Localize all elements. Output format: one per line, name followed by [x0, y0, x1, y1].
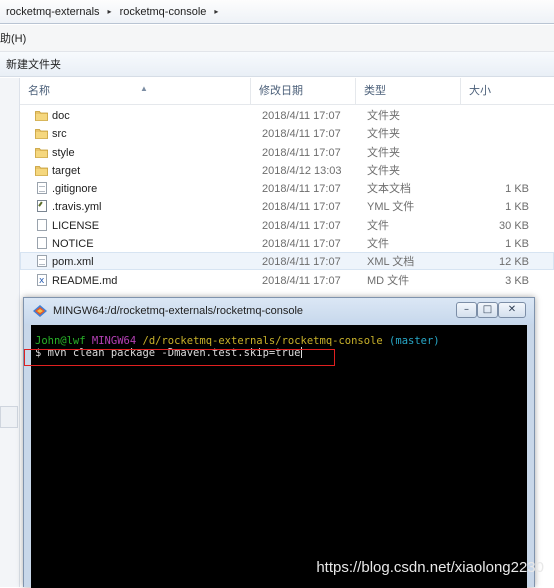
file-type: MD 文件 — [367, 274, 410, 287]
file-list-header: ▲ 名称 修改日期 类型 大小 — [20, 78, 554, 105]
maximize-button[interactable]: □ — [477, 302, 498, 318]
menu-bar: 助(H) — [0, 25, 554, 52]
file-modified-date: 2018/4/11 17:07 — [262, 238, 341, 251]
breadcrumb-item-rocketmq-externals[interactable]: rocketmq-externals — [6, 6, 100, 18]
file-type: 文件夹 — [367, 128, 400, 141]
file-icon — [37, 218, 47, 231]
file-row[interactable]: target 2018/4/12 13:03 文件夹 — [20, 161, 554, 179]
file-row[interactable]: LICENSE 2018/4/11 17:07 文件 30 KB — [20, 216, 554, 234]
column-header-name[interactable]: ▲ 名称 — [20, 78, 251, 104]
column-header-modified-label: 修改日期 — [259, 85, 303, 97]
file-modified-date: 2018/4/11 17:07 — [262, 274, 341, 287]
terminal-titlebar[interactable]: MINGW64:/d/rocketmq-externals/rocketmq-c… — [24, 298, 534, 324]
new-folder-button[interactable]: 新建文件夹 — [6, 56, 61, 72]
file-row[interactable]: doc 2018/4/11 17:07 文件夹 — [20, 106, 554, 124]
prompt-user: John@lwf — [35, 335, 86, 347]
toolbar: 新建文件夹 — [0, 52, 554, 77]
breadcrumb-separator-icon[interactable]: ▸ — [214, 7, 218, 16]
file-modified-date: 2018/4/11 17:07 — [262, 201, 341, 214]
file-row[interactable]: pom.xml 2018/4/11 17:07 XML 文档 12 KB — [20, 252, 554, 271]
close-button[interactable]: ✕ — [498, 302, 526, 318]
prompt-branch: (master) — [389, 335, 440, 347]
column-header-type-label: 类型 — [364, 85, 386, 97]
text-file-icon — [37, 182, 47, 195]
terminal-window[interactable]: MINGW64:/d/rocketmq-externals/rocketmq-c… — [23, 297, 535, 588]
breadcrumb-separator-icon[interactable]: ▸ — [108, 7, 112, 16]
navigation-pane-scroll-handle[interactable] — [0, 406, 18, 428]
file-modified-date: 2018/4/11 17:07 — [262, 110, 341, 122]
file-name: LICENSE — [52, 219, 100, 232]
yml-file-icon — [37, 200, 47, 213]
file-row[interactable]: src 2018/4/11 17:07 文件夹 — [20, 124, 554, 142]
watermark: https://blog.csdn.net/xiaolong2230 — [316, 559, 544, 576]
file-type: 文件 — [367, 219, 389, 232]
xml-file-icon — [37, 255, 47, 268]
file-name: README.md — [52, 274, 118, 287]
file-name: style — [52, 146, 75, 159]
file-modified-date: 2018/4/11 17:07 — [262, 128, 341, 141]
file-type: 文件夹 — [367, 110, 400, 122]
file-size: 1 KB — [505, 183, 529, 196]
terminal-command-line[interactable]: $ mvn clean package -Dmaven.test.skip=tr… — [35, 347, 302, 359]
file-name: src — [52, 128, 67, 141]
file-list: doc 2018/4/11 17:07 文件夹 src 2018/4/11 17:07 文… — [20, 106, 554, 290]
terminal-command: $ mvn clean package -Dmaven.test.skip=tr… — [35, 347, 301, 359]
file-name: pom.xml — [52, 256, 94, 269]
menu-help[interactable]: 助(H) — [0, 30, 26, 46]
git-bash-logo-icon — [33, 305, 47, 317]
folder-icon — [35, 129, 48, 140]
file-type: 文件夹 — [367, 164, 400, 177]
close-icon: ✕ — [507, 304, 517, 315]
file-modified-date: 2018/4/11 17:07 — [262, 219, 341, 232]
file-name: target — [52, 164, 81, 177]
file-type: 文本文档 — [367, 183, 411, 196]
file-name: doc — [52, 110, 70, 122]
text-cursor — [300, 347, 302, 358]
file-name: .gitignore — [52, 183, 98, 196]
file-size: 30 KB — [499, 219, 529, 232]
navigation-pane[interactable] — [0, 78, 20, 587]
column-header-size[interactable]: 大小 — [461, 78, 554, 104]
prompt-path: /d/rocketmq-externals/rocketmq-console — [142, 335, 383, 347]
prompt-env: MINGW64 — [91, 335, 137, 347]
folder-icon — [35, 165, 48, 176]
file-row[interactable]: .travis.yml 2018/4/11 17:07 YML 文件 1 KB — [20, 197, 554, 215]
file-type: 文件夹 — [367, 146, 400, 159]
file-size: 3 KB — [505, 274, 529, 287]
file-name: .travis.yml — [52, 201, 102, 214]
terminal-title: MINGW64:/d/rocketmq-externals/rocketmq-c… — [53, 305, 304, 317]
terminal-prompt-line: John@lwf MINGW64 /d/rocketmq-externals/r… — [35, 335, 440, 347]
file-row[interactable]: .gitignore 2018/4/11 17:07 文本文档 1 KB — [20, 179, 554, 197]
file-size: 12 KB — [499, 256, 529, 269]
minimize-icon: – — [464, 304, 469, 315]
folder-icon — [35, 147, 48, 158]
file-type: 文件 — [367, 238, 389, 251]
file-modified-date: 2018/4/11 17:07 — [262, 183, 341, 196]
minimize-button[interactable]: – — [456, 302, 477, 318]
file-row[interactable]: NOTICE 2018/4/11 17:07 文件 1 KB — [20, 234, 554, 252]
file-modified-date: 2018/4/11 17:07 — [262, 146, 341, 159]
folder-icon — [35, 111, 48, 121]
column-header-size-label: 大小 — [469, 85, 491, 97]
breadcrumb-item-rocketmq-console[interactable]: rocketmq-console — [120, 6, 207, 18]
md-file-icon — [37, 272, 47, 290]
file-modified-date: 2018/4/11 17:07 — [262, 256, 341, 269]
file-size: 1 KB — [505, 201, 529, 214]
terminal-console[interactable]: John@lwf MINGW64 /d/rocketmq-externals/r… — [31, 325, 527, 588]
file-type: YML 文件 — [367, 201, 415, 214]
file-modified-date: 2018/4/12 13:03 — [262, 164, 342, 177]
file-row[interactable]: style 2018/4/11 17:07 文件夹 — [20, 143, 554, 161]
column-header-type[interactable]: 类型 — [356, 78, 461, 104]
file-size: 1 KB — [505, 238, 529, 251]
file-row[interactable]: README.md 2018/4/11 17:07 MD 文件 3 KB — [20, 271, 554, 290]
file-name: NOTICE — [52, 238, 94, 251]
breadcrumb: rocketmq-externals ▸ rocketmq-console ▸ — [0, 0, 554, 24]
sort-ascending-icon: ▲ — [140, 84, 148, 93]
file-icon — [37, 237, 47, 250]
column-header-modified[interactable]: 修改日期 — [251, 78, 356, 104]
maximize-icon: □ — [482, 304, 493, 315]
file-type: XML 文档 — [367, 256, 415, 269]
column-header-name-label: 名称 — [28, 85, 50, 97]
